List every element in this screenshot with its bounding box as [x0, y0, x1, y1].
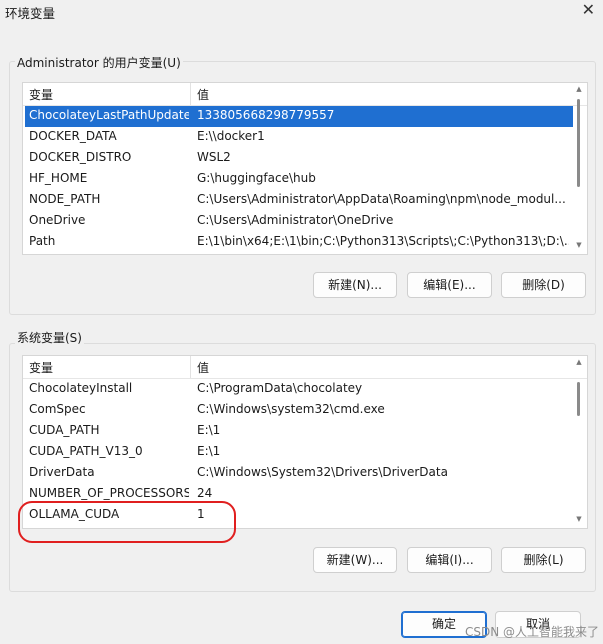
table-row[interactable]: ChocolateyLastPathUpdate 1338056682987795…: [25, 106, 573, 127]
user-edit-button[interactable]: 编辑(E)...: [407, 272, 492, 298]
variable-name: OneDrive: [29, 213, 86, 227]
table-row[interactable]: DOCKER_DATA E:\\docker1: [25, 127, 573, 148]
variable-value: C:\Windows\System32\Drivers\DriverData: [197, 465, 448, 479]
variable-name: HF_HOME: [29, 171, 88, 185]
table-row[interactable]: ComSpec C:\Windows\system32\cmd.exe: [25, 400, 573, 421]
close-icon[interactable]: ✕: [582, 0, 595, 19]
highlight-annotation: [18, 501, 236, 543]
variable-name: ChocolateyInstall: [29, 381, 133, 395]
variable-name: DOCKER_DISTRO: [29, 150, 132, 164]
table-row[interactable]: CUDA_PATH_V13_0 E:\1: [25, 442, 573, 463]
column-header-name[interactable]: 变量: [29, 359, 53, 376]
variable-name: ChocolateyLastPathUpdate: [29, 108, 189, 122]
user-delete-button[interactable]: 删除(D): [501, 272, 586, 298]
table-row[interactable]: ChocolateyInstall C:\ProgramData\chocolat…: [25, 379, 573, 400]
variable-value: WSL2: [197, 150, 231, 164]
scroll-up-icon[interactable]: ▲: [575, 85, 583, 93]
variable-value: C:\Users\Administrator\OneDrive: [197, 213, 394, 227]
user-variables-list[interactable]: 变量 值 ChocolateyLastPathUpdate 13380566829…: [22, 82, 588, 255]
variable-name: Path: [29, 234, 56, 248]
variable-value: E:\1\bin\x64;E:\1\bin;C:\Python313\Scrip…: [197, 234, 569, 248]
watermark: CSDN @人工智能我来了: [464, 625, 599, 639]
window-title: 环境变量: [5, 6, 56, 21]
scroll-down-icon[interactable]: ▼: [575, 241, 583, 249]
table-row[interactable]: DriverData C:\Windows\System32\Drivers\Dr…: [25, 463, 573, 484]
variable-name: CUDA_PATH: [29, 423, 100, 437]
variable-name: CUDA_PATH_V13_0: [29, 444, 143, 458]
variable-value: 24: [197, 486, 213, 500]
table-row[interactable]: Path E:\1\bin\x64;E:\1\bin;C:\Python313\S…: [25, 232, 573, 253]
table-row[interactable]: DOCKER_DISTRO WSL2: [25, 148, 573, 169]
scroll-thumb[interactable]: [577, 99, 580, 187]
variable-value: G:\huggingface\hub: [197, 171, 316, 185]
system-variables-label: 系统变量(S): [15, 329, 84, 346]
column-divider[interactable]: [190, 83, 191, 105]
system-edit-button[interactable]: 编辑(I)...: [407, 547, 492, 573]
variable-name: NODE_PATH: [29, 192, 101, 206]
scroll-up-icon[interactable]: ▲: [575, 358, 583, 366]
scroll-down-icon[interactable]: ▼: [575, 515, 583, 523]
variable-value: C:\Users\Administrator\AppData\Roaming\n…: [197, 192, 566, 206]
column-divider[interactable]: [190, 356, 191, 378]
system-delete-button[interactable]: 删除(L): [501, 547, 586, 573]
table-row[interactable]: NODE_PATH C:\Users\Administrator\AppData\…: [25, 190, 573, 211]
list-header: 变量 值: [23, 83, 587, 106]
variable-value: C:\ProgramData\chocolatey: [197, 381, 363, 395]
variable-value: E:\1: [197, 444, 221, 458]
user-variables-label: Administrator 的用户变量(U): [15, 54, 183, 71]
variable-value: C:\Windows\system32\cmd.exe: [197, 402, 385, 416]
table-row[interactable]: OneDrive C:\Users\Administrator\OneDrive: [25, 211, 573, 232]
variable-value: 1: [197, 507, 205, 521]
title-bar: 环境变量 ✕: [0, 0, 603, 26]
list-header: 变量 值: [23, 356, 587, 379]
variable-name: ComSpec: [29, 402, 86, 416]
variable-value: 133805668298779557: [197, 108, 335, 122]
scroll-thumb[interactable]: [577, 382, 580, 416]
variable-name: DriverData: [29, 465, 95, 479]
column-header-name[interactable]: 变量: [29, 86, 53, 103]
table-row[interactable]: CUDA_PATH E:\1: [25, 421, 573, 442]
variable-name: NUMBER_OF_PROCESSORS: [29, 486, 189, 500]
user-new-button[interactable]: 新建(N)...: [313, 272, 397, 298]
system-list-scrollbar[interactable]: ▲ ▼: [575, 356, 583, 528]
column-header-value[interactable]: 值: [197, 359, 209, 376]
variable-name: DOCKER_DATA: [29, 129, 117, 143]
user-list-scrollbar[interactable]: ▲ ▼: [575, 83, 583, 254]
column-header-value[interactable]: 值: [197, 86, 209, 103]
table-row[interactable]: HF_HOME G:\huggingface\hub: [25, 169, 573, 190]
variable-value: E:\1: [197, 423, 221, 437]
variable-value: E:\\docker1: [197, 129, 265, 143]
system-new-button[interactable]: 新建(W)...: [313, 547, 397, 573]
